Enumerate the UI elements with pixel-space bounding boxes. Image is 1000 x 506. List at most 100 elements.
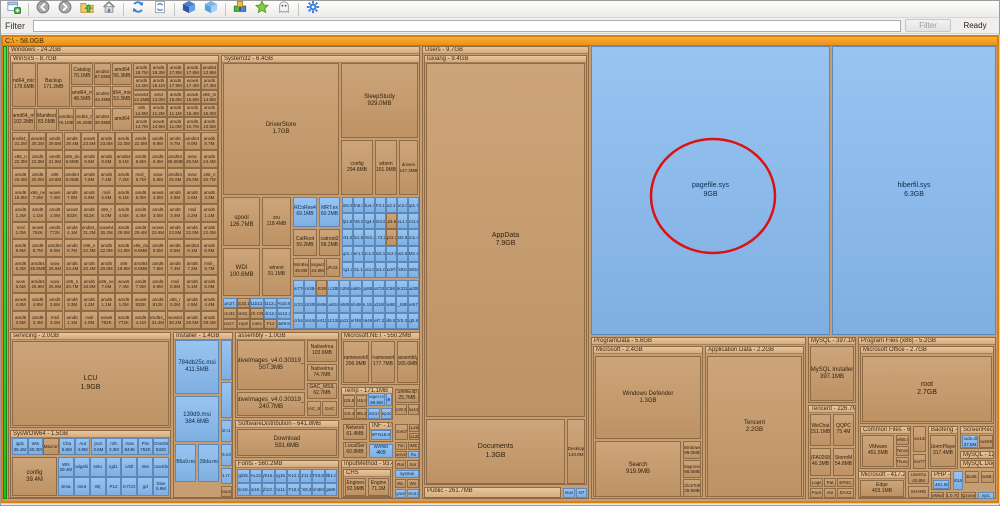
treemap-folder-cell[interactable]: ClickToR29.5MB <box>683 479 701 497</box>
treemap-folder-cell[interactable]: amd622.0M <box>115 132 132 150</box>
treemap-folder-cell[interactable]: amd61.1M <box>98 293 115 311</box>
treemap-file-cell[interactable]: drt.c280K <box>327 280 338 296</box>
treemap-folder-cell[interactable]: amd622.0M <box>132 132 149 150</box>
treemap-folder-cell[interactable]: enw16KB <box>979 435 993 448</box>
treemap-folder-cell[interactable]: x86_du9.5MB <box>132 239 149 257</box>
treemap-file-cell[interactable]: setu4.4M <box>364 197 375 213</box>
treemap-folder-cell[interactable]: Qzone <box>961 492 976 499</box>
treemap-file-cell[interactable]: wvmlb4KB <box>369 444 393 458</box>
treemap-section-header[interactable]: Common Files - 629.8MB <box>861 427 910 434</box>
treemap-file-cell[interactable]: ig6lc12.9M <box>264 308 278 318</box>
treemap-folder-cell[interactable]: amd610.5M <box>201 117 218 131</box>
treemap-folder-cell[interactable]: DriverStore1.7GB <box>223 63 339 195</box>
treemap-file-cell[interactable]: Micr232K <box>293 296 304 312</box>
treemap-folder-cell[interactable]: amd629.5M <box>115 222 132 240</box>
treemap-section-header[interactable]: Installer - 1.4GB <box>174 333 232 340</box>
treemap-folder-cell[interactable]: amd64_micros53.3MB <box>112 86 132 107</box>
treemap-section-header[interactable]: luxiang - 9.4GB <box>425 56 586 63</box>
treemap-folder-cell[interactable]: Wir <box>407 479 419 488</box>
treemap-file-cell[interactable]: 7A64KB <box>362 313 373 329</box>
treemap-folder-cell[interactable]: sru118.4MB <box>262 197 291 246</box>
treemap-file-cell[interactable]: MRT.ex60.2MB <box>319 197 340 227</box>
treemap-folder-cell[interactable]: x8619.6M <box>115 257 132 275</box>
treemap-file-cell[interactable]: DOr5.3M <box>396 313 407 329</box>
treemap-file-cell[interactable]: cert1.5M <box>342 229 353 245</box>
treemap-file-cell[interactable]: gd <box>137 477 153 497</box>
treemap-folder-cell[interactable]: amd64.1M <box>64 222 81 240</box>
parent-folder-button[interactable] <box>76 2 98 17</box>
treemap-file-cell[interactable]: mm3KB <box>312 483 325 497</box>
treemap-file-cell[interactable]: YuGo11.1M <box>275 483 288 497</box>
treemap-file-cell[interactable]: Sys508K <box>339 296 350 312</box>
treemap-folder-cell[interactable]: amd622.0M <box>29 150 46 168</box>
treemap-folder-cell[interactable]: amd629.5M <box>184 311 201 329</box>
treemap-folder-cell[interactable]: x86_n22.3M <box>12 150 29 168</box>
treemap-folder-cell[interactable]: Engine71.1M <box>368 478 389 496</box>
treemap-file-cell[interactable] <box>221 382 232 418</box>
treemap-folder-cell[interactable]: amd64_r31.2M <box>149 311 166 329</box>
treemap-file-cell[interactable] <box>221 340 232 380</box>
treemap-folder-cell[interactable]: amd6426.9M <box>29 275 46 293</box>
treemap-section-header[interactable]: PHP - 1... <box>932 472 950 479</box>
treemap-folder-cell[interactable]: NativeIma103.6MB <box>307 340 337 362</box>
treemap-folder-cell[interactable]: Windows99.0MB <box>683 441 701 459</box>
file-classes-button[interactable] <box>229 2 251 17</box>
treemap-folder-cell[interactable]: QQPC75.4M <box>833 414 854 446</box>
treemap-folder-cell[interactable]: amd622.0M <box>98 239 115 257</box>
treemap-folder-cell[interactable]: Sor <box>407 460 419 469</box>
treemap-file-cell[interactable]: Ut3l <box>121 457 137 477</box>
treemap-section-header[interactable]: InputMethod - 93.4MB <box>342 461 392 468</box>
treemap-folder-cell[interactable]: amd61.2M <box>81 293 98 311</box>
treemap-folder-cell[interactable]: amd66.5M <box>132 150 149 168</box>
treemap-section-header[interactable]: WinSxS - 8.7GB <box>11 56 218 63</box>
treemap-folder-cell[interactable]: winevt91.1MB <box>262 248 291 296</box>
treemap-folder-cell[interactable]: Tim <box>395 442 407 450</box>
treemap-folder-cell[interactable]: config294.6MB <box>341 140 373 195</box>
treemap-folder-cell[interactable]: Nui3.6M <box>386 213 397 229</box>
treemap-file-cell[interactable]: msd160K <box>373 296 384 312</box>
treemap-folder-cell[interactable]: F12 <box>264 319 278 329</box>
treemap-file-cell[interactable]: mig5.9M <box>408 313 419 329</box>
treemap-file-cell[interactable]: msyh16.0M <box>262 469 275 483</box>
treemap-folder-cell[interactable]: amd620.0M <box>98 257 115 275</box>
treemap-folder-cell[interactable]: AppData7.9GB <box>426 63 585 417</box>
treemap-folder-cell[interactable]: CatRoot59.2MB <box>293 229 317 256</box>
treemap-file-cell[interactable]: Mus616K <box>327 296 338 312</box>
treemap-folder-cell[interactable]: msil_5.7M <box>201 257 218 275</box>
treemap-folder-cell[interactable]: Micr8.3M <box>395 404 407 415</box>
treemap-file-cell[interactable]: mm.184K <box>362 296 373 312</box>
treemap-file-cell[interactable]: Win816K <box>408 262 419 278</box>
treemap-folder-cell[interactable]: wow6413.1MB <box>133 90 150 104</box>
treemap-folder-cell[interactable]: UserGu42.8M <box>908 471 929 484</box>
treemap-folder-cell[interactable]: Backup171.2MB <box>37 63 70 107</box>
treemap-file-cell[interactable]: msjh13.7M <box>262 483 275 497</box>
treemap-file-cell[interactable]: Cha5.5M <box>59 438 75 455</box>
treemap-folder-cell[interactable]: amd614.7M <box>133 117 150 131</box>
treemap-folder-cell[interactable]: amd615.4M <box>184 104 201 118</box>
treemap-file-cell[interactable]: Nm256K <box>339 280 350 296</box>
treemap-folder-cell[interactable]: x86_ne7.6M <box>98 275 115 293</box>
treemap-folder-cell[interactable]: wow64.8M <box>149 186 166 204</box>
treemap-file-cell[interactable]: {209018.0M <box>953 471 963 490</box>
treemap-folder-cell[interactable]: 7395.3M <box>356 408 367 419</box>
treemap-folder-cell[interactable]: {FA026846.3MB <box>810 448 831 476</box>
treemap-file-cell[interactable]: notep104K <box>381 408 392 419</box>
treemap-file-cell[interactable]: RCoRes469.1MB <box>293 197 317 227</box>
home-button[interactable] <box>98 2 120 17</box>
treemap-section-header[interactable]: Program Files (x86) - 5.2GB <box>859 338 995 345</box>
treemap-folder-cell[interactable]: Macror67.8M <box>395 424 408 440</box>
treemap-folder-cell[interactable]: amd6467.6MB <box>94 63 111 85</box>
treemap-file-cell[interactable]: mfc3.3M <box>106 438 122 455</box>
treemap-file-cell[interactable]: MF4.1M <box>375 197 386 213</box>
treemap-folder-cell[interactable]: es-E384K <box>316 280 327 296</box>
treemap-folder-cell[interactable]: msil3.2M <box>184 204 201 222</box>
treemap-file-cell[interactable]: 1035.n4.3M <box>221 444 232 466</box>
treemap-folder-cell[interactable]: wow67.4M <box>46 186 63 204</box>
treemap-folder-cell[interactable]: Pack <box>810 488 823 498</box>
treemap-file-cell[interactable]: hiberfil.sys6.3GB <box>832 46 996 335</box>
treemap-file-cell[interactable]: Win30.3M <box>28 438 44 455</box>
treemap-folder-cell[interactable]: amd6812K <box>149 293 166 311</box>
treemap-folder-cell[interactable]: MySQL Installer397.1MB <box>810 346 854 401</box>
treemap-folder-cell[interactable]: GAC_MSIL62.7MB <box>307 383 337 399</box>
treemap-file-cell[interactable]: NL73.2M <box>375 229 386 245</box>
